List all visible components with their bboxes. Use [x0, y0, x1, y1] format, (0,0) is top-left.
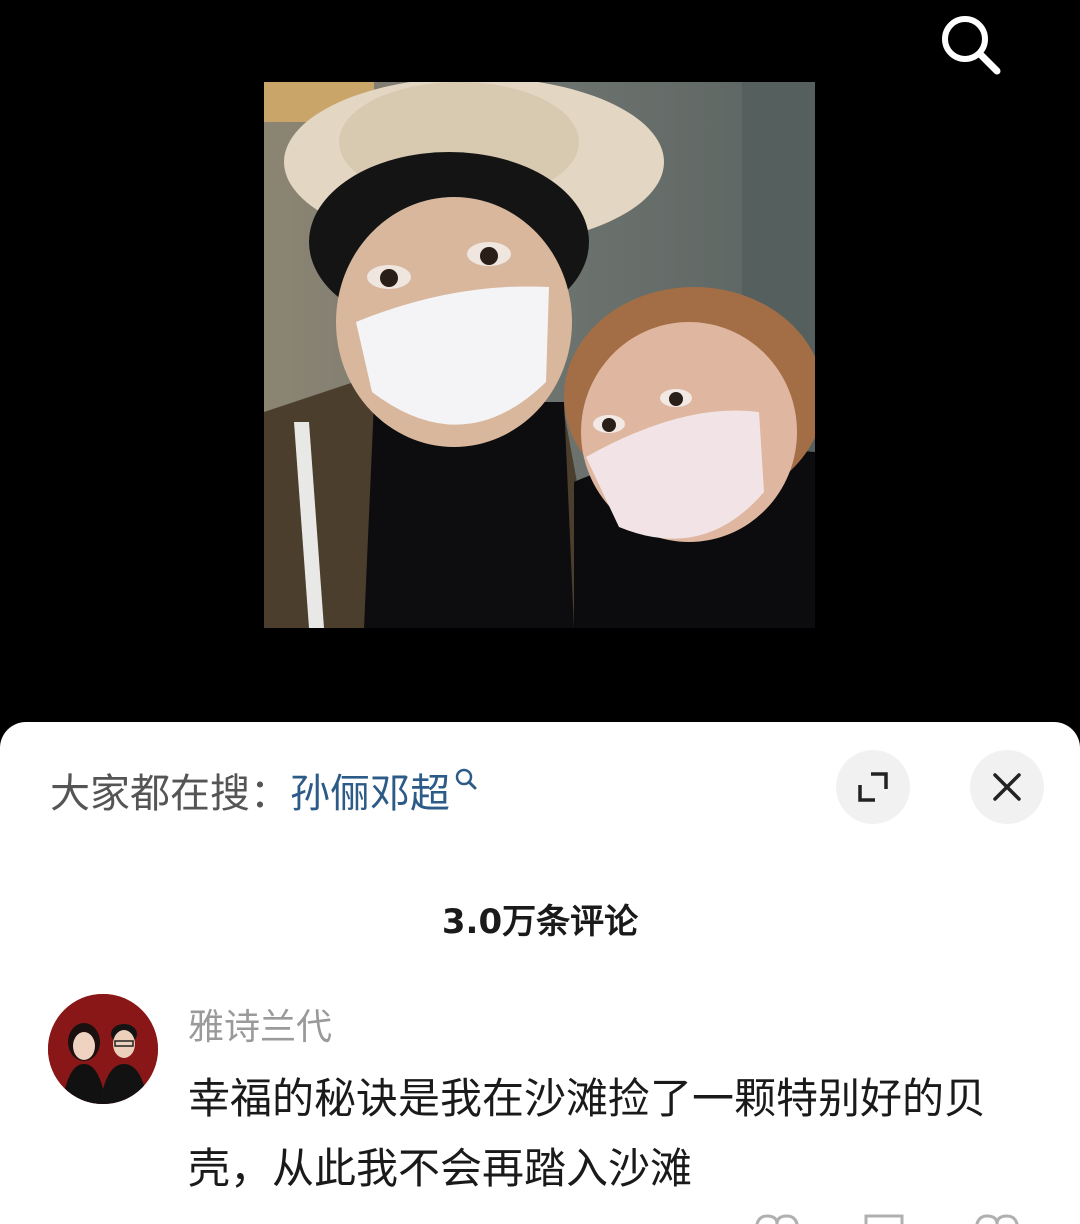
- close-button[interactable]: [970, 750, 1044, 824]
- close-icon: [993, 773, 1021, 801]
- expand-button[interactable]: [836, 750, 910, 824]
- comments-sheet: 大家都在搜： 孙俪邓超 3.0万条评论 雅诗兰代 幸福的秘诀是我在沙滩捡了一颗特…: [0, 722, 1080, 1224]
- expand-icon: [858, 772, 888, 802]
- avatar[interactable]: [48, 994, 158, 1104]
- comment-username[interactable]: 雅诗兰代: [188, 998, 332, 1050]
- search-button[interactable]: [930, 8, 1010, 80]
- search-icon[interactable]: [454, 767, 478, 791]
- hot-search-prefix: 大家都在搜：: [50, 771, 290, 817]
- comment-actions-row: [0, 1212, 1080, 1224]
- heart-icon[interactable]: [752, 1212, 802, 1224]
- comment-text: 幸福的秘诀是我在沙滩捡了一颗特别好的贝壳，从此我不会再踏入沙滩: [188, 1074, 987, 1193]
- dislike-icon[interactable]: [862, 1212, 906, 1224]
- search-icon: [942, 16, 1001, 75]
- hot-search-term-link[interactable]: 孙俪邓超: [290, 761, 450, 819]
- heart-icon[interactable]: [972, 1212, 1022, 1224]
- post-photo: [264, 82, 815, 628]
- hot-search-row: 大家都在搜： 孙俪邓超: [50, 760, 478, 820]
- comment-count-title: 3.0万条评论: [441, 902, 639, 942]
